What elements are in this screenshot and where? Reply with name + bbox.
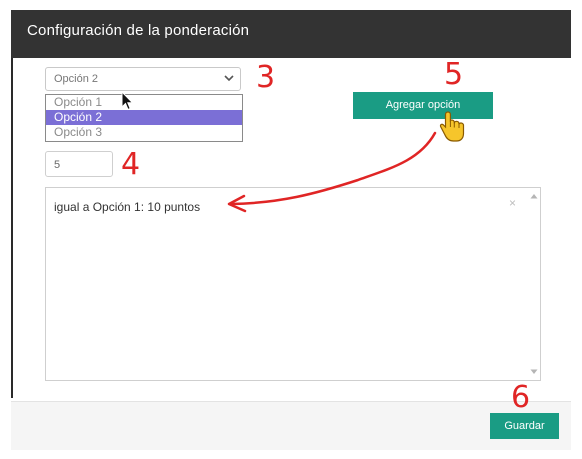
annotation-arrow xyxy=(227,131,437,213)
